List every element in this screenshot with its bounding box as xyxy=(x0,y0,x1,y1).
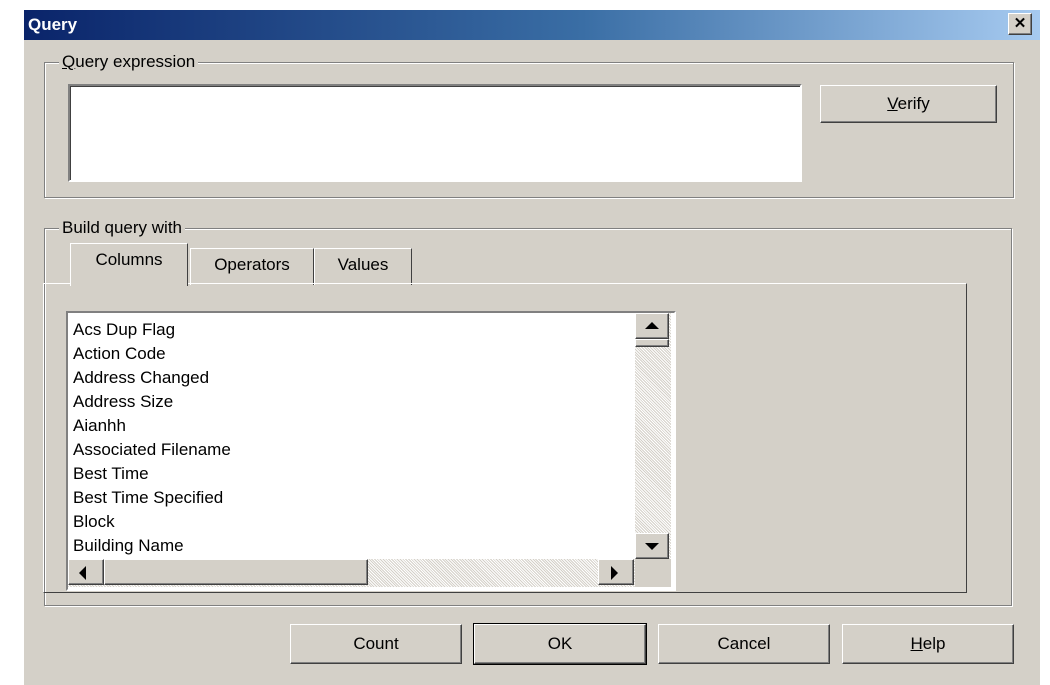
arrow-up-icon xyxy=(645,322,659,329)
vertical-scroll-thumb[interactable] xyxy=(635,339,669,347)
ok-button[interactable]: OK xyxy=(473,623,647,665)
vertical-scrollbar[interactable] xyxy=(635,313,671,559)
tab-operators[interactable]: Operators xyxy=(190,248,314,285)
list-item[interactable]: Block xyxy=(73,510,231,534)
build-query-legend: Build query with xyxy=(59,218,186,238)
scroll-down-button[interactable] xyxy=(635,533,669,559)
verify-button[interactable]: Verify xyxy=(820,85,997,123)
list-item[interactable]: Aianhh xyxy=(73,414,231,438)
list-item[interactable]: Address Size xyxy=(73,390,231,414)
dialog-title: Query xyxy=(28,15,78,34)
title-bar[interactable]: Query ✕ xyxy=(24,10,1040,40)
tab-values[interactable]: Values xyxy=(314,248,412,285)
list-item[interactable]: Acs Dup Flag xyxy=(73,318,231,342)
cancel-button[interactable]: Cancel xyxy=(658,624,830,664)
arrow-left-icon xyxy=(79,566,86,580)
count-button-label: Count xyxy=(353,634,399,653)
scroll-right-button[interactable] xyxy=(598,559,634,585)
list-item[interactable]: Action Code xyxy=(73,342,231,366)
list-item[interactable]: Building Name xyxy=(73,534,231,558)
help-button[interactable]: Help xyxy=(842,624,1014,664)
list-item[interactable]: Best Time xyxy=(73,462,231,486)
tab-values-label: Values xyxy=(337,255,389,274)
columns-list[interactable]: Acs Dup Flag Action Code Address Changed… xyxy=(66,311,676,591)
query-expression-legend: Query expression xyxy=(59,52,199,72)
close-button[interactable]: ✕ xyxy=(1008,13,1032,35)
count-button[interactable]: Count xyxy=(290,624,462,664)
close-icon: ✕ xyxy=(1013,15,1027,32)
cancel-button-label: Cancel xyxy=(717,634,771,653)
horizontal-scrollbar[interactable] xyxy=(68,559,635,587)
scrollbar-corner xyxy=(635,559,671,587)
horizontal-scroll-thumb[interactable] xyxy=(104,559,368,585)
list-item[interactable]: Address Changed xyxy=(73,366,231,390)
arrow-right-icon xyxy=(611,566,618,580)
ok-button-label: OK xyxy=(547,634,573,653)
list-item[interactable]: Best Time Specified xyxy=(73,486,231,510)
tab-operators-label: Operators xyxy=(214,255,290,274)
tab-columns-label: Columns xyxy=(95,250,163,269)
tab-columns[interactable]: Columns xyxy=(70,243,188,286)
scroll-up-button[interactable] xyxy=(635,313,669,339)
arrow-down-icon xyxy=(645,543,659,550)
columns-list-items: Acs Dup Flag Action Code Address Changed… xyxy=(73,318,231,558)
list-item[interactable]: Associated Filename xyxy=(73,438,231,462)
query-expression-input[interactable] xyxy=(68,84,802,182)
scroll-left-button[interactable] xyxy=(68,559,104,585)
